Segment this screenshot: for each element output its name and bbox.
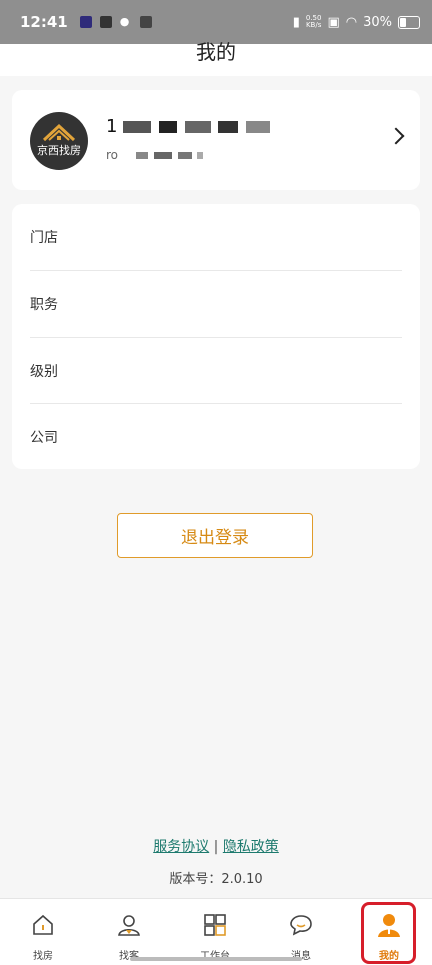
- info-item-level[interactable]: 级别: [30, 338, 402, 404]
- battery-percent: 30%: [363, 14, 392, 30]
- redacted-block: [153, 152, 172, 159]
- chevron-right-icon[interactable]: [387, 127, 405, 145]
- profile-card[interactable]: 京西找房 1 ro: [12, 90, 420, 190]
- info-item-store[interactable]: 门店: [30, 204, 402, 270]
- info-item-position[interactable]: 职务: [30, 271, 402, 337]
- client-icon: [118, 915, 140, 936]
- nav-label: 找房: [33, 951, 53, 962]
- mail-notification-icon: [99, 16, 112, 28]
- redacted-block: [177, 152, 192, 159]
- battery-icon: [398, 15, 420, 29]
- info-list: 门店 职务 级别 公司: [12, 204, 420, 469]
- logout-button[interactable]: 退出登录: [117, 513, 313, 558]
- redacted-block: [197, 152, 204, 159]
- status-right: ▮ 0.50 KB/s ▣ ◠ 30%: [293, 15, 420, 30]
- app-icon: [139, 16, 152, 28]
- app-notification-icon: [79, 16, 92, 28]
- avatar: 京西找房: [30, 112, 88, 170]
- avatar-text: 京西找房: [37, 144, 81, 157]
- page-title: 我的: [196, 40, 236, 64]
- link-separator: |: [213, 839, 219, 855]
- redacted-block: [246, 121, 271, 133]
- info-item-label: 公司: [30, 430, 58, 446]
- redacted-block: [123, 121, 152, 133]
- house-logo-icon: [42, 123, 76, 142]
- nav-item-find-client[interactable]: 找客: [86, 899, 172, 965]
- service-agreement-link[interactable]: 服务协议: [153, 839, 209, 855]
- status-left: 12:41 ●: [20, 13, 152, 31]
- redacted-block: [158, 121, 177, 133]
- nav-item-find-house[interactable]: 找房: [0, 899, 86, 965]
- sim-icon: ▣: [327, 14, 340, 30]
- house-icon: [33, 914, 53, 935]
- profile-subtitle: ro: [106, 148, 205, 162]
- version-text: 版本号：2.0.10: [169, 872, 263, 887]
- header: 我的: [0, 40, 432, 76]
- info-item-label: 职务: [30, 297, 58, 313]
- chat-bubble-icon: [290, 915, 312, 936]
- info-item-label: 门店: [30, 230, 58, 246]
- nav-item-workbench[interactable]: 工作台: [172, 899, 258, 965]
- profile-name: 1: [106, 116, 272, 137]
- home-indicator[interactable]: [130, 957, 302, 961]
- redacted-block: [135, 152, 148, 159]
- status-time: 12:41: [20, 13, 68, 31]
- highlight-outline: [361, 902, 416, 964]
- net-speed: 0.50 KB/s: [306, 15, 322, 29]
- vibrate-icon: ▮: [292, 14, 300, 30]
- redacted-block: [218, 121, 239, 133]
- info-item-company[interactable]: 公司: [30, 404, 402, 470]
- nav-item-messages[interactable]: 消息: [258, 899, 344, 965]
- wifi-icon: ◠: [345, 14, 358, 30]
- privacy-policy-link[interactable]: 隐私政策: [223, 839, 279, 855]
- info-item-label: 级别: [30, 364, 58, 380]
- profile-name-prefix: 1: [106, 116, 118, 137]
- policy-links: 服务协议 | 隐私政策: [0, 836, 432, 856]
- redacted-block: [184, 121, 211, 133]
- profile-sub-prefix: ro: [106, 148, 119, 162]
- net-speed-unit: KB/s: [305, 21, 322, 29]
- grid-icon: [204, 914, 226, 936]
- wechat-icon: ●: [119, 15, 130, 28]
